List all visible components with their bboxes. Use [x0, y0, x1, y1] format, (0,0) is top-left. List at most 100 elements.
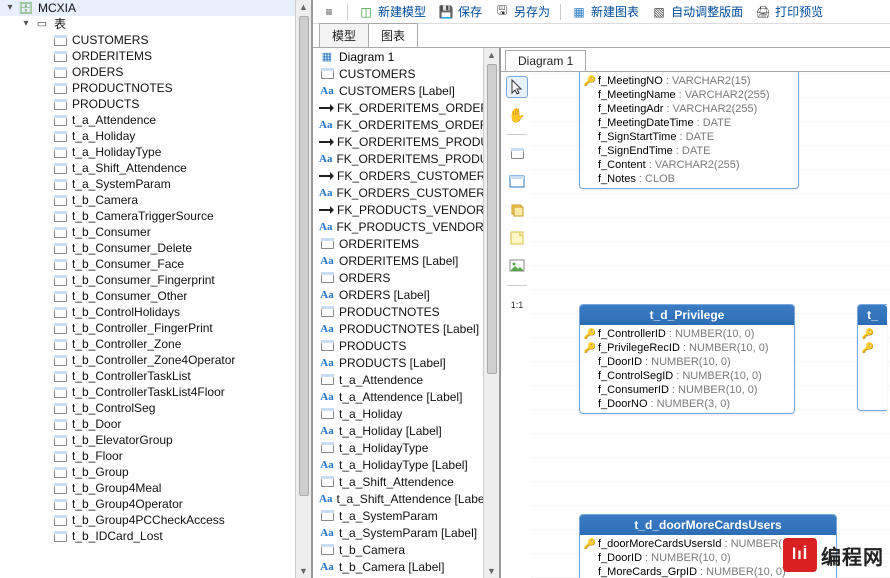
- tree-table-item[interactable]: t_b_Door: [0, 416, 311, 432]
- outline-item[interactable]: t_a_HolidayType: [313, 439, 483, 456]
- outline-item[interactable]: CUSTOMERS: [313, 65, 483, 82]
- outline-item[interactable]: Aat_b_Camera [Label]: [313, 558, 483, 575]
- scroll-thumb[interactable]: [487, 64, 497, 374]
- tree-table-item[interactable]: PRODUCTS: [0, 96, 311, 112]
- tree-table-item[interactable]: t_b_ControllerTaskList4Floor: [0, 384, 311, 400]
- outline-heading[interactable]: ▦Diagram 1: [313, 48, 483, 65]
- tree-table-item[interactable]: t_a_SystemParam: [0, 176, 311, 192]
- outline-item[interactable]: AaPRODUCTS [Label]: [313, 354, 483, 371]
- tree-table-item[interactable]: t_b_Controller_FingerPrint: [0, 320, 311, 336]
- tree-table-item[interactable]: PRODUCTNOTES: [0, 80, 311, 96]
- tree-table-item[interactable]: t_b_Camera: [0, 192, 311, 208]
- canvas-tab-diagram-1[interactable]: Diagram 1: [505, 50, 586, 71]
- tree-table-item[interactable]: t_b_ControlHolidays: [0, 304, 311, 320]
- outline-item[interactable]: FK_PRODUCTS_VENDORS: [313, 201, 483, 218]
- scroll-up-icon[interactable]: ▲: [485, 48, 499, 62]
- tree-table-item[interactable]: t_b_ControlSeg: [0, 400, 311, 416]
- new-model-button[interactable]: ◫新建模型: [356, 2, 428, 22]
- outline-item[interactable]: PRODUCTNOTES: [313, 303, 483, 320]
- tree-scrollbar[interactable]: ▲ ▼: [295, 0, 311, 578]
- tree-table-item[interactable]: t_b_Group: [0, 464, 311, 480]
- outline-item[interactable]: Aat_a_Attendence [Label]: [313, 388, 483, 405]
- diagram-canvas[interactable]: 🔑f_MeetingNO: VARCHAR2(15)f_MeetingName:…: [531, 72, 890, 578]
- tree-table-item[interactable]: t_a_HolidayType: [0, 144, 311, 160]
- entity-privilege[interactable]: t_d_Privilege 🔑f_ControllerID: NUMBER(10…: [579, 304, 795, 414]
- tree-table-item[interactable]: t_b_Group4PCCheckAccess: [0, 512, 311, 528]
- chevron-down-icon[interactable]: ▾: [4, 2, 16, 14]
- outline-item[interactable]: AaFK_ORDERITEMS_PRODUCT: [313, 150, 483, 167]
- tree-table-item[interactable]: t_a_Shift_Attendence: [0, 160, 311, 176]
- relation-tool[interactable]: 1:1: [506, 294, 528, 316]
- cursor-tool[interactable]: [506, 76, 528, 98]
- label-icon: Aa: [319, 390, 335, 404]
- auto-layout-button[interactable]: ▧自动调整版面: [649, 2, 745, 22]
- tree-table-item[interactable]: t_a_Attendence: [0, 112, 311, 128]
- outline-item[interactable]: t_a_Holiday: [313, 405, 483, 422]
- save-as-button[interactable]: 🖫另存为: [492, 2, 552, 22]
- outline-scrollbar[interactable]: ▲ ▼: [483, 48, 499, 578]
- outline-item[interactable]: AaFK_ORDERS_CUSTOMERS [: [313, 184, 483, 201]
- tree-table-item[interactable]: t_b_Controller_Zone: [0, 336, 311, 352]
- new-diagram-button[interactable]: ▦新建图表: [569, 2, 641, 22]
- scroll-down-icon[interactable]: ▼: [485, 564, 499, 578]
- view-tool[interactable]: [506, 171, 528, 193]
- outline-item[interactable]: FK_ORDERITEMS_PRODUCT: [313, 133, 483, 150]
- outline-item[interactable]: ORDERITEMS: [313, 235, 483, 252]
- save-button[interactable]: 💾保存: [436, 2, 484, 22]
- outline-item[interactable]: AaCUSTOMERS [Label]: [313, 82, 483, 99]
- tree-table-item[interactable]: t_b_Consumer: [0, 224, 311, 240]
- image-tool[interactable]: [506, 255, 528, 277]
- outline-item[interactable]: Aat_a_Holiday [Label]: [313, 422, 483, 439]
- tree-table-item[interactable]: t_b_Consumer_Other: [0, 288, 311, 304]
- tree-table-item[interactable]: t_b_Group4Meal: [0, 480, 311, 496]
- tree-table-item[interactable]: ORDERS: [0, 64, 311, 80]
- outline-item[interactable]: FK_ORDERITEMS_ORDERS: [313, 99, 483, 116]
- table-icon: [319, 543, 335, 557]
- tree-root[interactable]: ▾🗄MCXIA: [0, 0, 311, 16]
- tree-table-item[interactable]: t_b_Consumer_Face: [0, 256, 311, 272]
- outline-item[interactable]: AaFK_ORDERITEMS_ORDERS: [313, 116, 483, 133]
- outline-item[interactable]: Aat_a_SystemParam [Label]: [313, 524, 483, 541]
- tree-table-item[interactable]: CUSTOMERS: [0, 32, 311, 48]
- note-tool[interactable]: [506, 227, 528, 249]
- layer-tool[interactable]: [506, 199, 528, 221]
- scroll-up-icon[interactable]: ▲: [297, 0, 311, 14]
- outline-item[interactable]: Aat_a_HolidayType [Label]: [313, 456, 483, 473]
- entity-meeting[interactable]: 🔑f_MeetingNO: VARCHAR2(15)f_MeetingName:…: [579, 72, 799, 189]
- entity-cut[interactable]: t_ 🔑 🔑: [857, 304, 887, 411]
- tree-table-item[interactable]: t_b_Group4Operator: [0, 496, 311, 512]
- tree-table-item[interactable]: t_a_Holiday: [0, 128, 311, 144]
- print-preview-button[interactable]: 🖨打印预览: [753, 2, 825, 22]
- tree-tables-group[interactable]: ▾▭表: [0, 16, 311, 32]
- scroll-thumb[interactable]: [299, 16, 309, 496]
- tab-model[interactable]: 模型: [319, 23, 369, 47]
- outline-item[interactable]: t_a_SystemParam: [313, 507, 483, 524]
- outline-item[interactable]: AaORDERS [Label]: [313, 286, 483, 303]
- outline-item[interactable]: AaPRODUCTNOTES [Label]: [313, 320, 483, 337]
- outline-item[interactable]: ORDERS: [313, 269, 483, 286]
- field-name: f_MeetingNO: [598, 75, 663, 87]
- menu-button[interactable]: ≡: [319, 2, 339, 22]
- tree-table-item[interactable]: t_b_CameraTriggerSource: [0, 208, 311, 224]
- tree-table-item[interactable]: ORDERITEMS: [0, 48, 311, 64]
- outline-item[interactable]: t_a_Attendence: [313, 371, 483, 388]
- chevron-down-icon[interactable]: ▾: [20, 18, 32, 30]
- outline-item[interactable]: PRODUCTS: [313, 337, 483, 354]
- tree-table-item[interactable]: t_b_Controller_Zone4Operator: [0, 352, 311, 368]
- outline-item[interactable]: t_a_Shift_Attendence: [313, 473, 483, 490]
- outline-item[interactable]: AaFK_PRODUCTS_VENDORS [: [313, 218, 483, 235]
- tree-table-item[interactable]: t_b_ControllerTaskList: [0, 368, 311, 384]
- outline-item[interactable]: Aat_a_Shift_Attendence [Label]: [313, 490, 483, 507]
- hand-tool[interactable]: ✋: [506, 104, 528, 126]
- tree-table-item[interactable]: t_b_Consumer_Delete: [0, 240, 311, 256]
- tree-table-item[interactable]: t_b_ElevatorGroup: [0, 432, 311, 448]
- outline-item[interactable]: t_b_Camera: [313, 541, 483, 558]
- tree-table-item[interactable]: t_b_Consumer_Fingerprint: [0, 272, 311, 288]
- tree-table-item[interactable]: t_b_IDCard_Lost: [0, 528, 311, 544]
- tree-table-item[interactable]: t_b_Floor: [0, 448, 311, 464]
- outline-item[interactable]: AaORDERITEMS [Label]: [313, 252, 483, 269]
- scroll-down-icon[interactable]: ▼: [297, 564, 311, 578]
- outline-item[interactable]: FK_ORDERS_CUSTOMERS: [313, 167, 483, 184]
- tab-diagram[interactable]: 图表: [368, 23, 418, 47]
- table-tool[interactable]: [506, 143, 528, 165]
